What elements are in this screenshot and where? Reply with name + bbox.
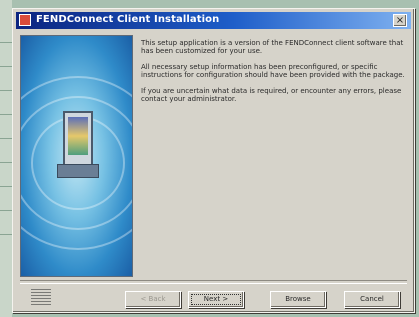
intro-paragraph: This setup application is a version of t… xyxy=(141,39,404,55)
background-line xyxy=(0,234,12,235)
installer-dialog: FENDConnect Client Installation × This s… xyxy=(12,8,415,313)
support-paragraph: If you are uncertain what data is requir… xyxy=(141,87,402,103)
installer-graphic xyxy=(20,35,133,277)
background-line xyxy=(0,186,12,187)
next-button[interactable]: Next > xyxy=(188,291,244,308)
description-text: This setup application is a version of t… xyxy=(141,39,405,111)
config-paragraph: All necessary setup information has been… xyxy=(141,63,405,79)
background-line xyxy=(0,114,12,115)
background-line xyxy=(0,66,12,67)
app-icon xyxy=(19,14,31,26)
computer-icon xyxy=(63,111,93,166)
back-button[interactable]: < Back xyxy=(125,291,181,308)
close-button[interactable]: × xyxy=(393,14,407,27)
background-panel xyxy=(0,0,12,317)
background-line xyxy=(0,162,12,163)
screen-graphic xyxy=(68,117,88,155)
browse-button[interactable]: Browse xyxy=(270,291,326,308)
window-title: FENDConnect Client Installation xyxy=(36,14,220,25)
background-line xyxy=(0,42,12,43)
title-bar[interactable]: FENDConnect Client Installation × xyxy=(16,12,411,29)
background-line xyxy=(0,210,12,211)
divider xyxy=(20,280,407,284)
vendor-logo xyxy=(31,289,51,305)
cancel-button[interactable]: Cancel xyxy=(344,291,400,308)
keyboard-graphic xyxy=(57,164,99,178)
background-line xyxy=(0,90,12,91)
background-line xyxy=(0,138,12,139)
